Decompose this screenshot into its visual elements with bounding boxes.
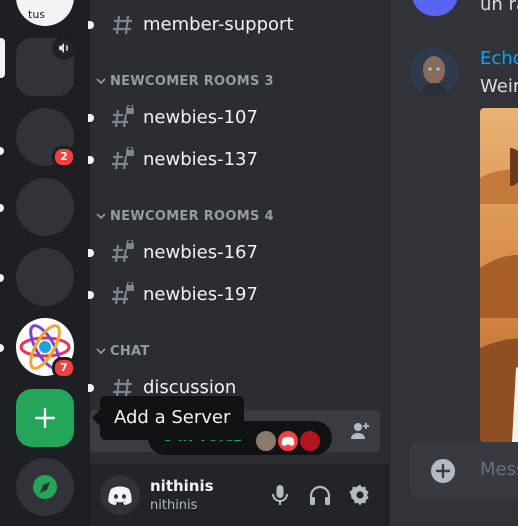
microphone-icon[interactable] [268,483,292,507]
desert-image [480,108,518,442]
author-avatar[interactable] [410,48,458,96]
server-icon-5[interactable] [16,248,74,306]
channel-name: newbies-167 [143,242,258,263]
server-rail: tus 2 7 [0,0,90,526]
locked-hash-icon [112,105,134,128]
category-label: NEWCOMER ROOMS 3 [110,74,274,89]
unread-pill [0,204,4,212]
selected-server-pill [0,38,5,78]
discord-logo-icon [281,436,295,446]
category-label: CHAT [110,344,150,359]
channel-name: newbies-137 [143,149,258,170]
category-header[interactable]: CHAT [90,344,390,362]
message-placeholder: Mess [480,459,518,480]
explore-servers-button[interactable] [16,458,74,516]
locked-hash-icon [112,282,134,305]
message-text: Weir [480,76,518,97]
unread-pill [0,274,4,282]
message-input[interactable]: Mess [410,442,518,498]
voice-user-avatar [276,429,300,453]
unread-indicator [88,156,94,164]
upload-plus-icon[interactable] [431,459,455,483]
channel-member-support[interactable]: member-support [88,12,390,38]
discord-logo-icon [108,486,132,505]
user-panel: nithinis nithinis [90,464,390,526]
image-attachment[interactable] [480,108,518,442]
unread-indicator [88,384,94,392]
unread-indicator [88,114,94,122]
chat-area: un ra Echo Weir [390,0,518,526]
category-label: NEWCOMER ROOMS 4 [110,209,274,224]
channel-name: discussion [143,377,237,398]
channel-newbies-107[interactable]: newbies-107 [88,105,390,131]
chevron-down-icon [96,348,106,355]
hash-icon [113,15,132,35]
server-icon-top[interactable]: tus [16,0,74,26]
channel-name: newbies-197 [143,284,258,305]
voice-user-avatar [254,429,278,453]
channel-newbies-167[interactable]: newbies-167 [88,240,390,266]
add-server-button[interactable] [16,389,74,447]
server-label-top: tus [28,8,46,21]
voice-user-avatar [298,429,322,453]
avatar[interactable] [100,475,140,515]
headphones-icon[interactable] [308,483,332,507]
username: nithinis [150,477,214,495]
channel-name: member-support [143,14,294,35]
message-author[interactable]: Echo [480,48,518,69]
channel-newbies-137[interactable]: newbies-137 [88,147,390,173]
user-handle: nithinis [150,498,198,513]
compass-icon [33,475,57,499]
category-header[interactable]: NEWCOMER ROOMS 4 [90,209,390,227]
locked-hash-icon [112,147,134,170]
unread-indicator [88,21,94,29]
tooltip-arrow [92,410,100,426]
author-portrait [410,48,458,96]
channel-name: newbies-107 [143,107,258,128]
unread-pill [0,344,4,352]
chevron-down-icon [96,78,106,85]
speaker-icon [52,36,76,60]
bot-avatar[interactable] [412,0,458,16]
locked-hash-icon [112,240,134,263]
unread-pill [0,147,4,155]
category-header[interactable]: NEWCOMER ROOMS 3 [90,74,390,92]
add-server-tooltip: Add a Server [100,396,245,440]
unread-indicator [88,291,94,299]
settings-gear-icon[interactable] [348,483,372,507]
unread-indicator [88,249,94,257]
add-member-icon[interactable] [349,420,371,442]
mention-badge: 7 [52,357,76,379]
server-icon-4[interactable] [16,178,74,236]
message-text: un ra [480,0,518,15]
channel-newbies-197[interactable]: newbies-197 [88,282,390,308]
mention-badge: 2 [52,146,76,168]
plus-icon [34,407,56,429]
chevron-down-icon [96,213,106,220]
